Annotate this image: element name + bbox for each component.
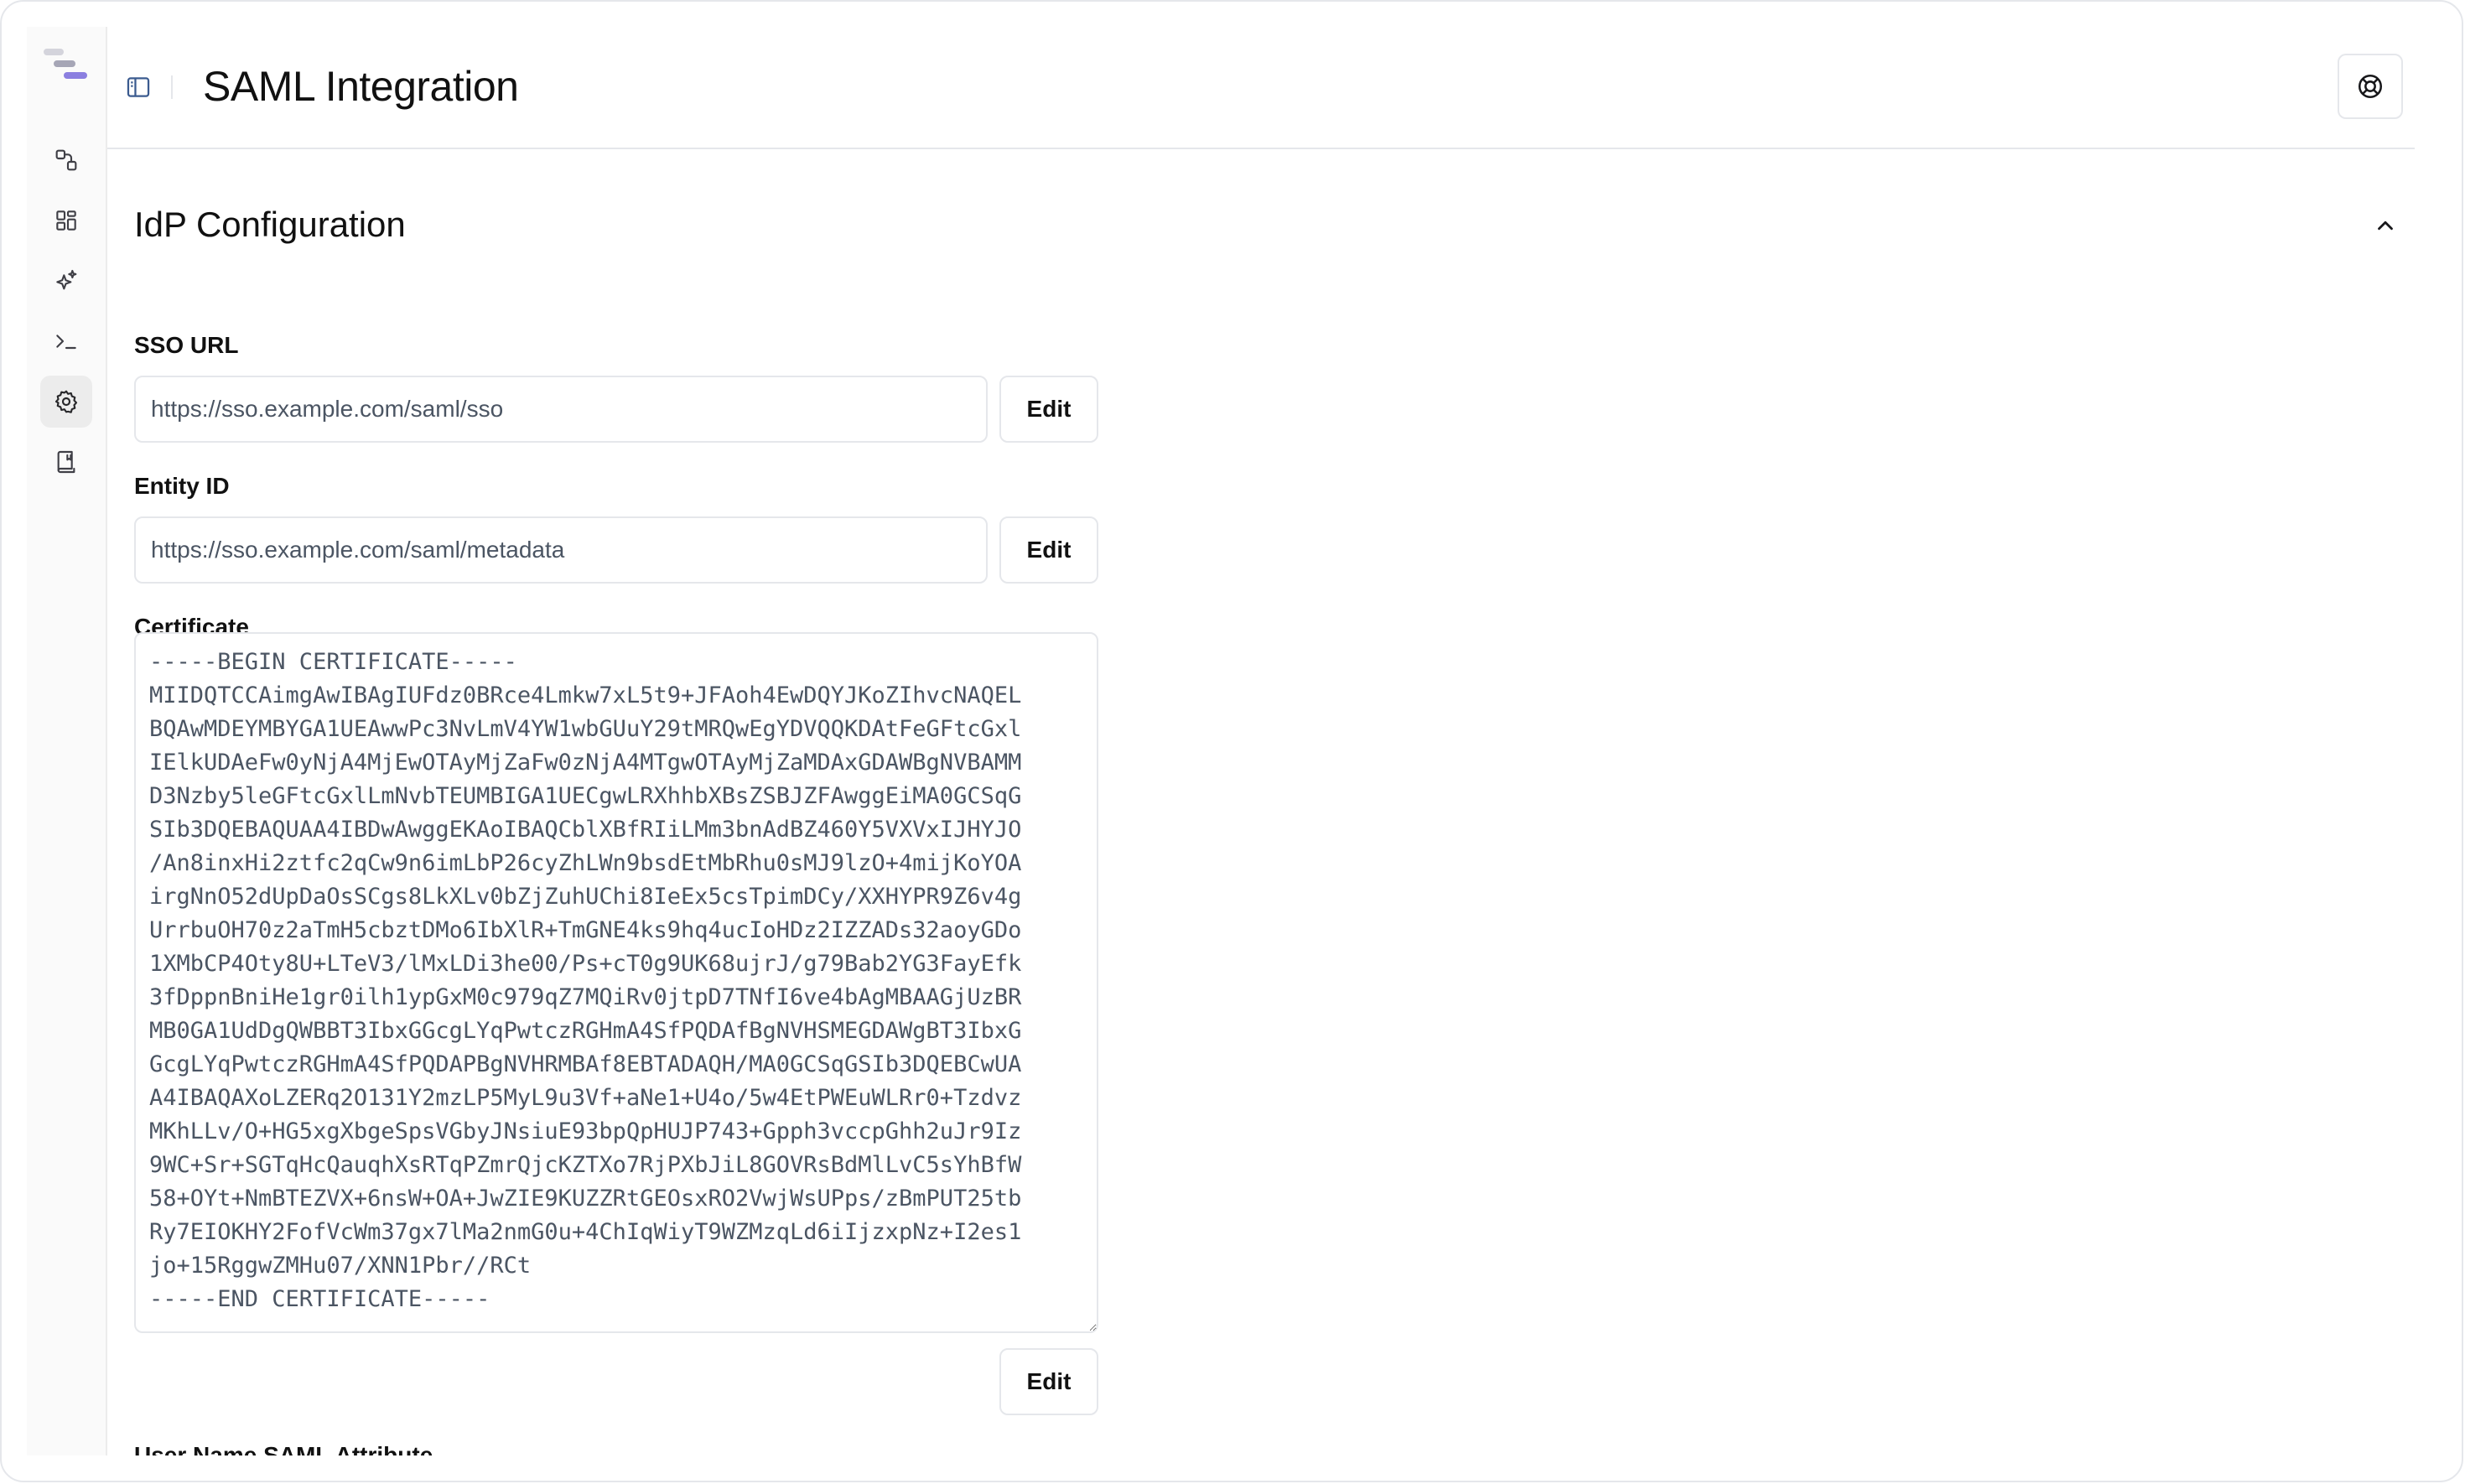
app-window: SAML Integration IdP Configuration SSO U…	[27, 27, 2436, 1455]
terminal-icon	[56, 335, 76, 350]
gear-icon	[54, 390, 78, 413]
header-divider	[171, 75, 173, 99]
logo	[44, 49, 91, 86]
sparkles-icon	[56, 269, 77, 290]
username-attribute-label: User Name SAML Attribute	[134, 1442, 433, 1455]
book-icon	[57, 450, 75, 474]
app-frame: SAML Integration IdP Configuration SSO U…	[0, 0, 2463, 1482]
sidebar-item-docs[interactable]	[40, 436, 92, 488]
entity-id-edit-button[interactable]: Edit	[999, 516, 1098, 584]
main-content: SAML Integration IdP Configuration SSO U…	[107, 27, 2436, 1455]
sidebar	[27, 27, 107, 1455]
sidebar-item-dashboard[interactable]	[40, 195, 92, 246]
sidebar-item-terminal[interactable]	[40, 315, 92, 367]
integrations-icon	[55, 149, 77, 171]
sidebar-item-integrations[interactable]	[40, 134, 92, 186]
sidebar-item-ai[interactable]	[40, 255, 92, 307]
entity-id-input[interactable]	[134, 516, 988, 584]
help-button[interactable]	[2338, 54, 2403, 119]
sidebar-toggle-icon[interactable]	[124, 73, 153, 101]
certificate-edit-button[interactable]: Edit	[999, 1348, 1098, 1415]
section-title: IdP Configuration	[134, 205, 406, 244]
certificate-textarea[interactable]: -----BEGIN CERTIFICATE----- MIIDQTCCAimg…	[134, 632, 1098, 1333]
page-header: SAML Integration	[107, 27, 2415, 149]
lifebuoy-icon	[2358, 74, 2383, 99]
sso-url-label: SSO URL	[134, 332, 239, 358]
sso-url-input[interactable]	[134, 376, 988, 443]
sidebar-item-settings[interactable]	[40, 376, 92, 428]
entity-id-label: Entity ID	[134, 473, 230, 499]
chevron-up-icon[interactable]	[2373, 213, 2398, 238]
page-title: SAML Integration	[203, 63, 519, 110]
sso-url-edit-button[interactable]: Edit	[999, 376, 1098, 443]
dashboard-icon	[56, 210, 76, 231]
